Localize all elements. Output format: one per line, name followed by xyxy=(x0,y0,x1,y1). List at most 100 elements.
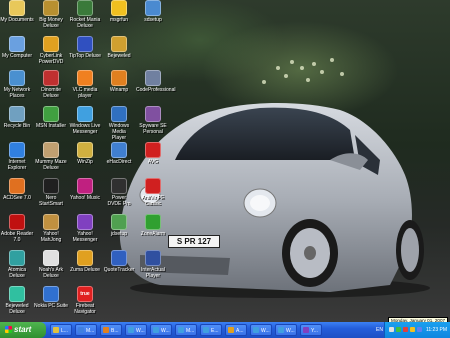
desktop-icon[interactable]: Bejeweled Deluxe xyxy=(0,286,34,315)
tray-icon[interactable] xyxy=(417,327,422,332)
recycle-bin-icon xyxy=(9,106,25,122)
desktop-icon[interactable]: Yahoo! Messenger xyxy=(68,214,102,243)
window-app-icon xyxy=(53,327,59,333)
desktop-icon[interactable]: AntiVir PE Classic xyxy=(136,178,170,207)
desktop-icon-label: Recycle Bin xyxy=(3,123,31,129)
tray-icon[interactable] xyxy=(410,327,415,332)
desktop-icon[interactable]: MSN Installer xyxy=(34,106,68,129)
desktop-icon-label: My Documents xyxy=(0,17,34,23)
language-indicator[interactable]: EN xyxy=(376,322,383,338)
taskbar-window-button[interactable]: M... xyxy=(75,324,97,336)
desktop-icon[interactable]: jdsetup xyxy=(102,214,136,237)
computer-icon xyxy=(9,36,25,52)
desktop-icon[interactable]: Dinomite Deluxe xyxy=(34,70,68,99)
desktop-icon-label: AntiVir PE Classic xyxy=(141,195,165,207)
taskbar-window-button[interactable]: A... xyxy=(225,324,247,336)
spyware-icon xyxy=(145,106,161,122)
clock[interactable]: 11:23 PM xyxy=(426,322,447,338)
desktop-icon[interactable]: msgrfun xyxy=(102,0,136,23)
desktop-icon[interactable]: Nero StartSmart xyxy=(34,178,68,207)
desktop-icon[interactable]: Bejeweled xyxy=(102,36,136,59)
tray-icon[interactable] xyxy=(389,327,394,332)
desktop-icon-label: Atomica Deluxe xyxy=(7,267,27,279)
license-plate-text: S PR 127 xyxy=(176,237,212,246)
window-app-icon xyxy=(128,327,134,333)
desktop-icon[interactable]: My Network Places xyxy=(0,70,34,99)
desktop-icon[interactable]: Windows Live Messenger xyxy=(68,106,102,135)
taskbar-window-label: W... xyxy=(286,328,295,334)
desktop-icon[interactable]: Recycle Bin xyxy=(0,106,34,129)
desktop-icon[interactable]: Noah's Ark Deluxe xyxy=(34,250,68,279)
desktop-icon-label: sdsetup xyxy=(144,17,162,23)
setup-icon xyxy=(145,0,161,16)
taskbar-window-button[interactable]: W... xyxy=(275,324,297,336)
start-button[interactable]: start xyxy=(0,322,46,338)
desktop-icon[interactable]: Zuma Deluxe xyxy=(68,250,102,273)
acdsee-icon xyxy=(9,178,25,194)
desktop-icon[interactable]: My Documents xyxy=(0,0,34,23)
desktop-icon-label: Nokia PC Suite xyxy=(34,303,68,309)
desktop-icon-label: jdsetup xyxy=(110,231,128,237)
smiley-icon xyxy=(111,0,127,16)
desktop-icon-label: ZoneAlarm xyxy=(140,231,166,237)
desktop-icon[interactable]: CodeProfessional xyxy=(136,70,175,93)
desktop-icon[interactable]: CyberLink PowerDVD xyxy=(34,36,68,65)
desktop-icon[interactable]: Power DVDE Pro xyxy=(102,178,136,207)
taskbar-window-label: W... xyxy=(161,328,170,334)
desktop-icon-label: Winamp xyxy=(109,87,129,93)
taskbar-window-button[interactable]: W... xyxy=(250,324,272,336)
desktop-icon[interactable]: VLC media player xyxy=(68,70,102,99)
window-app-icon xyxy=(103,327,109,333)
desktop-icon[interactable]: Spyware SE Personal xyxy=(136,106,170,135)
trophy-icon xyxy=(111,36,127,52)
desktop-wallpaper[interactable]: S PR 127 My Documents Big Money Deluxe Roc… xyxy=(0,0,450,322)
desktop-icon-label: VLC media player xyxy=(72,87,98,99)
desktop-icon[interactable]: sdsetup xyxy=(136,0,170,23)
desktop-icon[interactable]: Mummy Maze Deluxe xyxy=(34,142,68,171)
desktop-icon[interactable]: QuoteTracker xyxy=(102,250,136,273)
network-icon xyxy=(9,70,25,86)
desktop-icon[interactable]: Internet Explorer xyxy=(0,142,34,171)
desktop-icon[interactable]: eHacDirect xyxy=(102,142,136,165)
desktop-icon[interactable]: ZoneAlarm xyxy=(136,214,170,237)
code-icon xyxy=(145,70,161,86)
taskbar-window-button[interactable]: W... xyxy=(125,324,147,336)
desktop-icon-label: Dinomite Deluxe xyxy=(41,87,61,99)
taskbar-window-button[interactable]: E... xyxy=(200,324,222,336)
desktop-icon-label: Windows Live Messenger xyxy=(69,123,101,135)
desktop-icon[interactable]: AVG xyxy=(136,142,170,165)
desktop-icon[interactable]: Yahoo! Music xyxy=(68,178,102,201)
desktop-icon[interactable]: ACDSee 7.0 xyxy=(0,178,34,201)
taskbar-window-button[interactable]: Y... xyxy=(300,324,322,336)
desktop-icon[interactable]: Big Money Deluxe xyxy=(34,0,68,29)
desktop-icon[interactable]: Rocket Mania Deluxe xyxy=(68,0,102,29)
taskbar-window-button[interactable]: L... xyxy=(50,324,72,336)
taskbar: start L... M... B... W... W... M... E... A... W.… xyxy=(0,322,450,338)
taskbar-window-button[interactable]: B... xyxy=(100,324,122,336)
desktop-icon[interactable]: WinZip xyxy=(68,142,102,165)
desktop-icon[interactable]: Adobe Reader 7.0 xyxy=(0,214,34,243)
desktop-icon-label: Rocket Mania Deluxe xyxy=(69,17,101,29)
desktop-icon[interactable]: InterActual Player xyxy=(136,250,170,279)
tray-icon[interactable] xyxy=(403,327,408,332)
desktop-icon-label: msgrfun xyxy=(109,17,129,23)
window-app-icon xyxy=(228,327,234,333)
desktop-icon[interactable]: true Firebeat Navigator xyxy=(68,286,102,315)
desktop-icon[interactable]: Winamp xyxy=(102,70,136,93)
dove-icon xyxy=(43,250,59,266)
dinosaur-icon xyxy=(43,70,59,86)
desktop-icon-label: CyberLink PowerDVD xyxy=(38,53,64,65)
desktop-icon[interactable]: My Computer xyxy=(0,36,34,59)
zonealarm-icon xyxy=(145,214,161,230)
desktop-icon[interactable]: Atomica Deluxe xyxy=(0,250,34,279)
desktop-icon-label: Bejeweled Deluxe xyxy=(5,303,29,315)
desktop-icon[interactable]: Windows Media Player xyxy=(102,106,136,141)
desktop-icon[interactable]: Nokia PC Suite xyxy=(34,286,68,309)
tray-icon[interactable] xyxy=(396,327,401,332)
desktop-icon[interactable]: TipTop Deluxe xyxy=(68,36,102,59)
desktop-icon-label: Spyware SE Personal xyxy=(139,123,167,135)
taskbar-window-button[interactable]: M... xyxy=(175,324,197,336)
taskbar-window-button[interactable]: W... xyxy=(150,324,172,336)
desktop-icon[interactable]: Yahoo! MahJong xyxy=(34,214,68,243)
desktop-icon-label: Yahoo! Messenger xyxy=(72,231,98,243)
